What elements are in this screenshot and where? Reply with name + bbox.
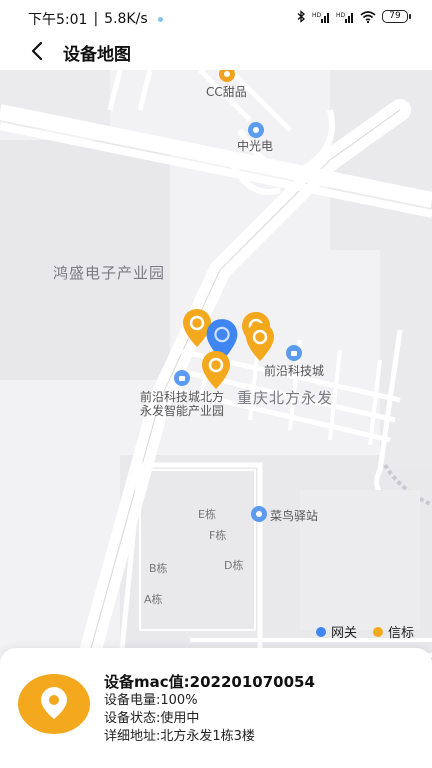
map-label-building-d: D栋 xyxy=(224,559,244,572)
device-address: 详细地址:北方永发1栋3楼 xyxy=(104,729,255,744)
map-label-qianyan: 前沿科技城 xyxy=(264,364,325,378)
map-label-zhongguangdian: 中光电 xyxy=(237,139,274,153)
status-separator: | xyxy=(93,11,99,27)
qianyan-beifang-poi-icon[interactable] xyxy=(174,370,190,386)
page-title: 设备地图 xyxy=(63,45,131,65)
device-info-card[interactable]: 设备mac值:202201070054 设备电量:100% 设备状态:使用中 详… xyxy=(0,648,432,768)
svg-text:HD: HD xyxy=(336,12,346,19)
status-time: 下午5:01 xyxy=(28,12,88,28)
beacon-marker[interactable] xyxy=(245,322,275,362)
status-left: 下午5:01 | 5.8K/s xyxy=(28,9,163,29)
map-label-hongsheng: 鸿盛电子产业园 xyxy=(53,264,166,282)
status-right: HD HD 79 xyxy=(297,10,411,23)
svg-text:HD: HD xyxy=(312,12,322,19)
map-label-cc-dessert: CC甜品 xyxy=(206,85,247,99)
qianyan-poi-icon[interactable] xyxy=(286,345,302,361)
device-status: 设备状态:使用中 xyxy=(104,711,200,726)
legend-beacon-label: 信标 xyxy=(387,626,414,641)
map-label-chongqing-beifang: 重庆北方永发 xyxy=(237,389,334,407)
gateway-legend-dot-icon xyxy=(315,626,326,637)
cainiao-poi-icon[interactable] xyxy=(251,506,267,522)
bluetooth-icon xyxy=(297,10,305,23)
app-header: 设备地图 xyxy=(0,34,432,70)
signal-icon: HD xyxy=(312,12,329,23)
map-label-building-a: A栋 xyxy=(144,593,163,606)
chevron-left-icon xyxy=(31,41,43,61)
back-button[interactable] xyxy=(24,37,52,65)
device-avatar xyxy=(18,674,90,734)
signal-icon: HD xyxy=(336,12,353,23)
status-speed: 5.8K/s xyxy=(104,11,148,27)
device-map[interactable]: CC甜品 中光电 鸿盛电子产业园 前沿科技城 前沿科技城北方 永发智能产业园 重… xyxy=(0,70,432,670)
notification-dot-icon xyxy=(157,16,163,22)
battery-icon: 79 xyxy=(382,10,411,23)
legend-gateway-label: 网关 xyxy=(330,626,357,641)
legend-gateway: 网关 xyxy=(315,622,357,641)
wifi-icon xyxy=(360,10,376,23)
device-battery: 设备电量:100% xyxy=(104,693,198,708)
map-legend: 网关 信标 xyxy=(306,622,414,641)
map-label-cainiao: 菜鸟驿站 xyxy=(270,509,319,523)
map-label-building-b: B栋 xyxy=(149,562,168,575)
location-pin-icon xyxy=(41,687,67,719)
beacon-marker[interactable] xyxy=(201,350,231,390)
status-bar: 下午5:01 | 5.8K/s HD HD 79 xyxy=(0,0,432,34)
map-label-building-f: F栋 xyxy=(209,529,227,542)
device-mac: 设备mac值:202201070054 xyxy=(104,673,315,691)
map-label-qianyan-beifang-2: 永发智能产业园 xyxy=(140,404,225,418)
beacon-legend-dot-icon xyxy=(372,626,383,637)
device-info-text: 设备mac值:202201070054 设备电量:100% 设备状态:使用中 详… xyxy=(104,672,315,746)
zhongguangdian-poi-icon[interactable] xyxy=(248,122,264,138)
map-label-building-e: E栋 xyxy=(198,508,216,521)
legend-beacon: 信标 xyxy=(372,622,414,641)
